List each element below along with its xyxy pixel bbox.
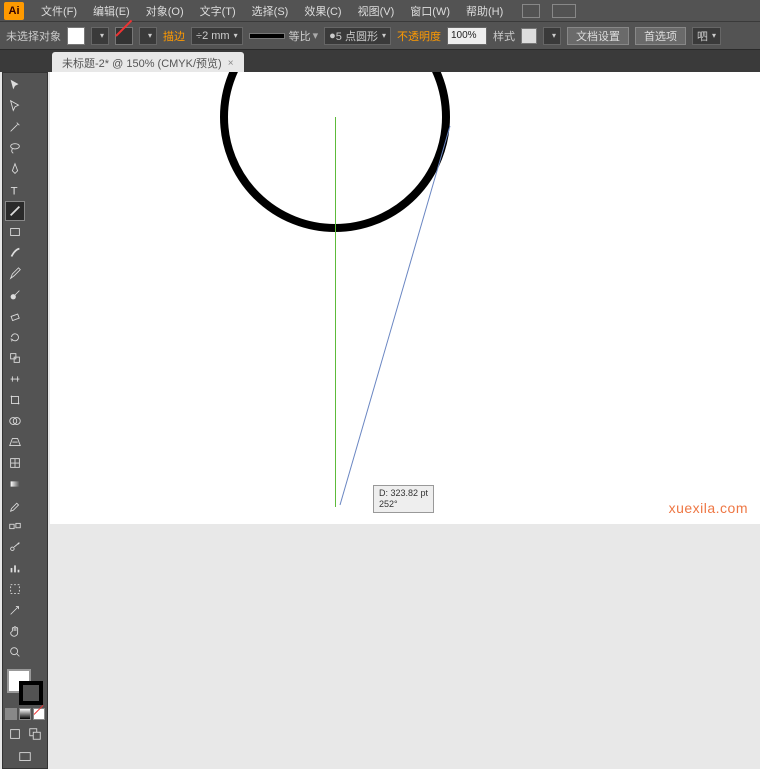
line-segment-tool[interactable] <box>5 201 25 221</box>
fill-dropdown[interactable]: ▾ <box>91 27 109 45</box>
svg-text:T: T <box>11 185 18 197</box>
mesh-tool[interactable] <box>5 453 25 473</box>
width-tool[interactable] <box>5 369 25 389</box>
rotate-tool[interactable] <box>5 327 25 347</box>
rectangle-tool[interactable] <box>5 222 25 242</box>
stroke-width-field[interactable]: ÷ 2 mm▾ <box>191 27 243 45</box>
menu-effect[interactable]: 效果(C) <box>297 1 348 21</box>
eyedropper-tool[interactable] <box>5 495 25 515</box>
menu-file[interactable]: 文件(F) <box>34 1 84 21</box>
menu-help[interactable]: 帮助(H) <box>459 1 510 21</box>
type-tool[interactable]: T <box>5 180 25 200</box>
paintbrush-tool[interactable] <box>5 243 25 263</box>
stroke-profile[interactable]: 等比▾ <box>249 28 319 44</box>
lasso-tool[interactable] <box>5 138 25 158</box>
watermark: xuexila.com <box>669 500 748 516</box>
style-dropdown[interactable]: ▾ <box>543 27 561 45</box>
slice-tool[interactable] <box>5 600 25 620</box>
document-tab-title: 未标题-2* @ 150% (CMYK/预览) <box>62 55 222 71</box>
document-setup-button[interactable]: 文档设置 <box>567 27 629 45</box>
blob-brush-tool[interactable] <box>5 285 25 305</box>
document-tab[interactable]: 未标题-2* @ 150% (CMYK/预览) × <box>52 52 244 72</box>
preferences-button[interactable]: 首选项 <box>635 27 686 45</box>
menu-window[interactable]: 窗口(W) <box>403 1 457 21</box>
free-transform-tool[interactable] <box>5 390 25 410</box>
app-logo: Ai <box>4 2 24 20</box>
control-bar: 未选择对象 ▾ ▾ 描边 ÷ 2 mm▾ 等比▾ ● 5 点圆形▾ 不透明度 1… <box>0 22 760 50</box>
stroke-swatch-none[interactable] <box>115 27 133 45</box>
normal-draw-icon[interactable] <box>6 725 24 743</box>
menu-overflow-1[interactable] <box>522 4 540 18</box>
magic-wand-tool[interactable] <box>5 117 25 137</box>
stroke-color-box[interactable] <box>19 681 43 705</box>
tooltip-angle: 252° <box>379 499 428 510</box>
menu-overflow-2[interactable] <box>552 4 576 18</box>
brush-value: 5 点圆形 <box>336 28 378 44</box>
draw-behind-icon[interactable] <box>26 725 44 743</box>
selection-status: 未选择对象 <box>6 28 61 44</box>
screen-mode-icon[interactable] <box>16 748 34 766</box>
stroke-swatch-dropdown[interactable]: ▾ <box>139 27 157 45</box>
scale-tool[interactable] <box>5 348 25 368</box>
perspective-grid-tool[interactable] <box>5 432 25 452</box>
menubar: Ai 文件(F) 编辑(E) 对象(O) 文字(T) 选择(S) 效果(C) 视… <box>0 0 760 22</box>
selection-tool[interactable] <box>5 75 25 95</box>
blend-tool[interactable] <box>5 516 25 536</box>
opacity-label[interactable]: 不透明度 <box>397 28 441 44</box>
menu-select[interactable]: 选择(S) <box>245 1 296 21</box>
shape-builder-tool[interactable] <box>5 411 25 431</box>
pen-tool[interactable] <box>5 159 25 179</box>
extra-dropdown[interactable]: 呬▾ <box>692 27 721 45</box>
tools-panel: T <box>2 72 48 769</box>
gradient-tool[interactable] <box>5 474 25 494</box>
fill-stroke-indicator[interactable] <box>5 667 45 705</box>
direct-selection-tool[interactable] <box>5 96 25 116</box>
canvas-area[interactable]: D: 323.82 pt 252° <box>50 72 760 524</box>
brush-definition[interactable]: ● 5 点圆形▾ <box>324 27 391 45</box>
eraser-tool[interactable] <box>5 306 25 326</box>
measurement-tooltip: D: 323.82 pt 252° <box>373 485 434 513</box>
fill-swatch[interactable] <box>67 27 85 45</box>
document-tabs: 未标题-2* @ 150% (CMYK/预览) × <box>0 50 760 72</box>
opacity-field[interactable]: 100% <box>447 27 487 45</box>
menu-object[interactable]: 对象(O) <box>139 1 191 21</box>
tooltip-distance: D: 323.82 pt <box>379 488 428 499</box>
stroke-width-value: 2 mm <box>202 30 230 42</box>
close-tab-icon[interactable]: × <box>228 58 234 69</box>
pencil-tool[interactable] <box>5 264 25 284</box>
color-mode-icon[interactable] <box>5 708 17 720</box>
menu-edit[interactable]: 编辑(E) <box>86 1 137 21</box>
zoom-tool[interactable] <box>5 642 25 662</box>
vertical-guide <box>335 117 336 507</box>
hand-tool[interactable] <box>5 621 25 641</box>
none-mode-icon[interactable] <box>33 708 45 720</box>
style-swatch[interactable] <box>521 28 537 44</box>
extra-value: 呬 <box>697 28 708 44</box>
menu-type[interactable]: 文字(T) <box>193 1 243 21</box>
style-label: 样式 <box>493 28 515 44</box>
menu-view[interactable]: 视图(V) <box>351 1 402 21</box>
artboard-tool[interactable] <box>5 579 25 599</box>
symbol-sprayer-tool[interactable] <box>5 537 25 557</box>
stroke-label[interactable]: 描边 <box>163 28 185 44</box>
uniform-label: 等比 <box>289 28 311 44</box>
column-graph-tool[interactable] <box>5 558 25 578</box>
gradient-mode-icon[interactable] <box>19 708 31 720</box>
